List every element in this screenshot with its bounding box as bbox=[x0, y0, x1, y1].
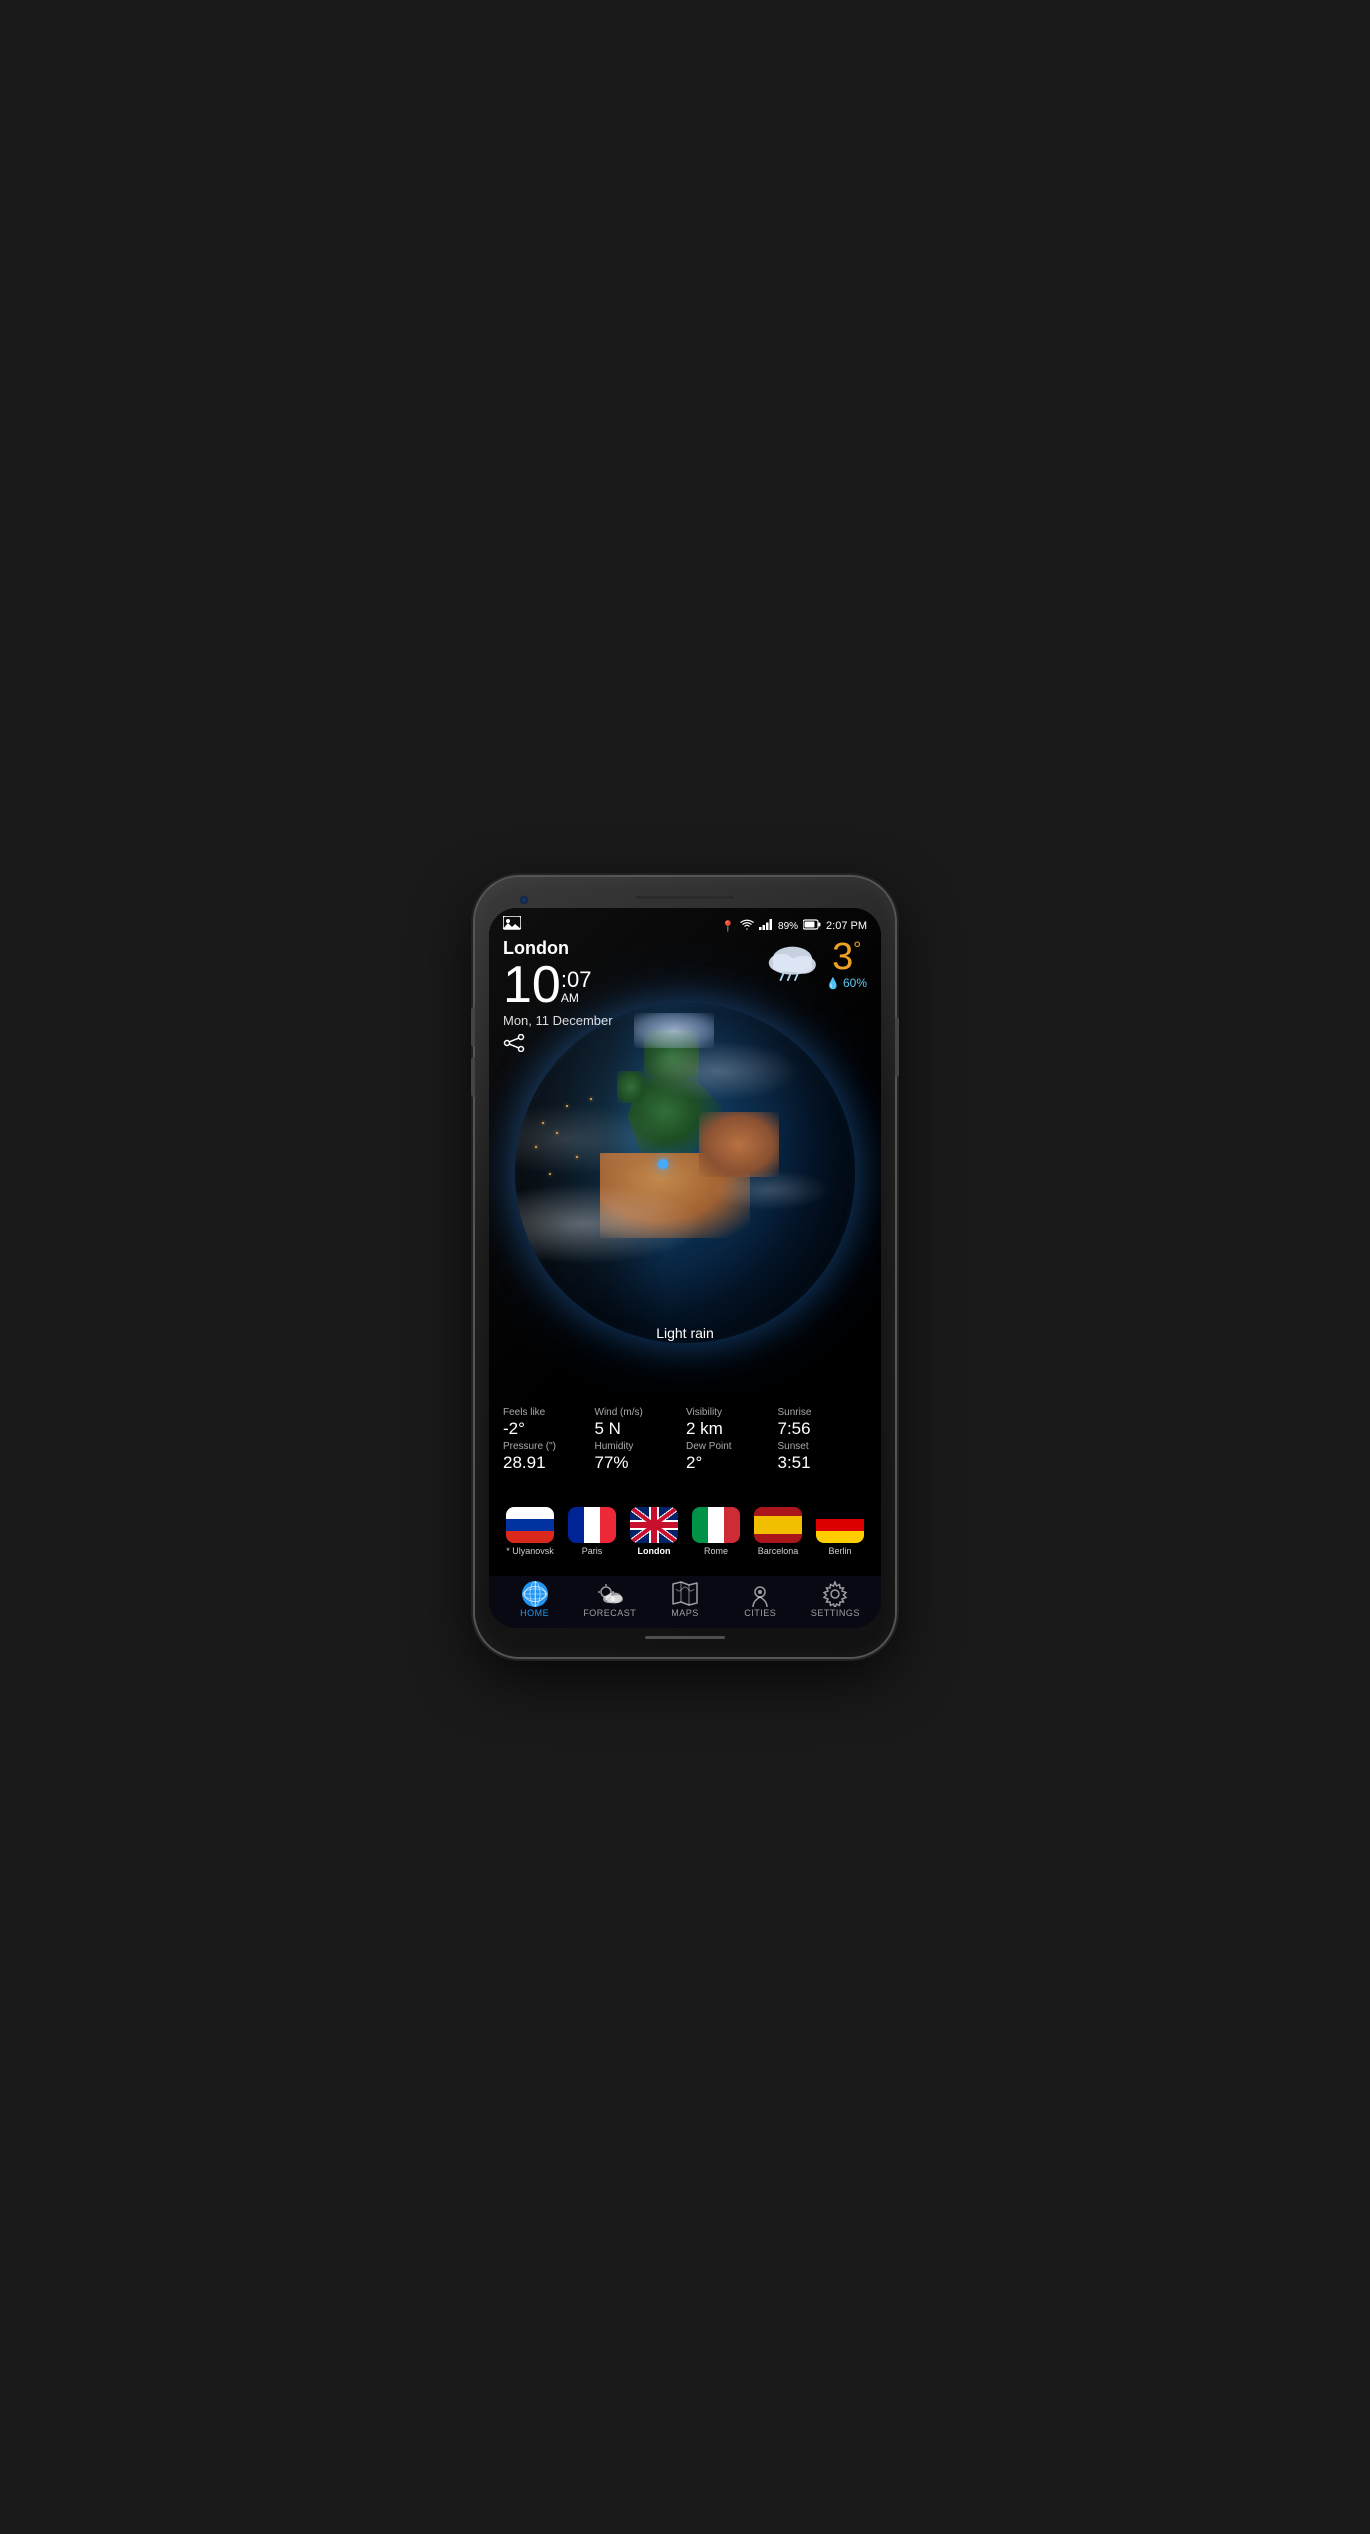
dew-point-value: 2° bbox=[686, 1453, 776, 1473]
humidity-value: 77% bbox=[595, 1453, 685, 1473]
cities-nav-label: CITIES bbox=[744, 1608, 776, 1618]
city-item-paris[interactable]: Paris bbox=[564, 1507, 620, 1556]
nav-maps[interactable]: MAPS bbox=[647, 1582, 722, 1618]
settings-nav-label: SETTINGS bbox=[811, 1608, 860, 1618]
visibility-label: Visibility bbox=[686, 1407, 776, 1418]
sunrise-value: 7:56 bbox=[778, 1419, 868, 1439]
power-button[interactable] bbox=[895, 1017, 899, 1077]
city-item-rome[interactable]: Rome bbox=[688, 1507, 744, 1556]
home-icon bbox=[521, 1582, 549, 1606]
feels-like-stat: Feels like -2° bbox=[503, 1407, 593, 1439]
droplet-icon: 💧 bbox=[826, 977, 840, 990]
weather-condition-text: Light rain bbox=[656, 1325, 714, 1341]
app-content: 📍 bbox=[489, 908, 881, 1628]
date-display: Mon, 11 December bbox=[503, 1013, 867, 1028]
clock-time: 2:07 PM bbox=[826, 920, 867, 932]
gallery-icon[interactable] bbox=[503, 916, 521, 936]
volume-up-button[interactable] bbox=[471, 1007, 475, 1047]
phone-screen: 📍 bbox=[489, 908, 881, 1628]
time-ampm: AM bbox=[561, 991, 592, 1005]
battery-icon bbox=[803, 919, 821, 933]
precipitation-value: 60% bbox=[843, 976, 867, 990]
maps-icon bbox=[671, 1582, 699, 1606]
humidity-stat: Humidity 77% bbox=[595, 1441, 685, 1473]
flag-russia bbox=[506, 1507, 554, 1543]
pressure-label: Pressure (") bbox=[503, 1441, 593, 1452]
sunset-value: 3:51 bbox=[778, 1453, 868, 1473]
sunset-stat: Sunset 3:51 bbox=[778, 1441, 868, 1473]
nav-home[interactable]: HOME bbox=[497, 1582, 572, 1618]
time-hour: 10 bbox=[503, 959, 561, 1011]
time-minutes: :07 bbox=[561, 969, 592, 991]
city-label-ulyanovsk: * Ulyanovsk bbox=[506, 1546, 554, 1556]
wind-stat: Wind (m/s) 5 N bbox=[595, 1407, 685, 1439]
city-label-berlin: Berlin bbox=[828, 1546, 851, 1556]
city-label-paris: Paris bbox=[582, 1546, 603, 1556]
flag-spain bbox=[754, 1507, 802, 1543]
sunrise-label: Sunrise bbox=[778, 1407, 868, 1418]
home-indicator bbox=[645, 1636, 725, 1639]
sunrise-stat: Sunrise 7:56 bbox=[778, 1407, 868, 1439]
bottom-navigation: HOME bbox=[489, 1576, 881, 1628]
precipitation-row: 💧 60% bbox=[826, 976, 867, 990]
phone-frame: 📍 bbox=[475, 877, 895, 1657]
speaker-grille bbox=[635, 895, 735, 900]
status-row: 📍 bbox=[503, 916, 867, 936]
nav-forecast[interactable]: FORECAST bbox=[572, 1582, 647, 1618]
humidity-label: Humidity bbox=[595, 1441, 685, 1452]
wind-value: 5 N bbox=[595, 1419, 685, 1439]
city-item-london[interactable]: London bbox=[626, 1507, 682, 1556]
city-item-barcelona[interactable]: Barcelona bbox=[750, 1507, 806, 1556]
sunset-label: Sunset bbox=[778, 1441, 868, 1452]
battery-percent: 89% bbox=[778, 921, 798, 932]
status-icons: 📍 bbox=[721, 919, 867, 933]
weather-icon bbox=[763, 943, 818, 986]
flag-france bbox=[568, 1507, 616, 1543]
flag-italy bbox=[692, 1507, 740, 1543]
dew-point-stat: Dew Point 2° bbox=[686, 1441, 776, 1473]
maps-nav-label: MAPS bbox=[671, 1608, 699, 1618]
forecast-icon bbox=[596, 1582, 624, 1606]
location-icon: 📍 bbox=[721, 920, 735, 933]
wind-label: Wind (m/s) bbox=[595, 1407, 685, 1418]
city-item-berlin[interactable]: Berlin bbox=[812, 1507, 868, 1556]
weather-stats: Feels like -2° Wind (m/s) 5 N Visibility… bbox=[489, 1397, 881, 1483]
city-label-london: London bbox=[638, 1546, 671, 1556]
feels-like-value: -2° bbox=[503, 1419, 593, 1439]
home-globe-icon bbox=[522, 1581, 548, 1607]
city-label-barcelona: Barcelona bbox=[758, 1546, 799, 1556]
forecast-nav-label: FORECAST bbox=[583, 1608, 636, 1618]
wifi-icon bbox=[740, 919, 754, 933]
settings-icon bbox=[821, 1582, 849, 1606]
dew-point-label: Dew Point bbox=[686, 1441, 776, 1452]
cities-row: * Ulyanovsk Paris London bbox=[489, 1503, 881, 1560]
visibility-value: 2 km bbox=[686, 1419, 776, 1439]
cities-icon bbox=[746, 1582, 774, 1606]
nav-settings[interactable]: SETTINGS bbox=[798, 1582, 873, 1618]
city-item-ulyanovsk[interactable]: * Ulyanovsk bbox=[502, 1507, 558, 1556]
weather-widget: 3° 💧 60% bbox=[763, 938, 867, 990]
volume-down-button[interactable] bbox=[471, 1057, 475, 1097]
camera-icon bbox=[519, 895, 529, 905]
time-detail: :07 AM bbox=[561, 959, 592, 1005]
signal-icon bbox=[759, 919, 773, 933]
temperature-value: 3° bbox=[826, 938, 867, 976]
feels-like-label: Feels like bbox=[503, 1407, 593, 1418]
city-label-rome: Rome bbox=[704, 1546, 728, 1556]
flag-uk bbox=[630, 1507, 678, 1543]
nav-cities[interactable]: CITIES bbox=[723, 1582, 798, 1618]
home-nav-label: HOME bbox=[520, 1608, 549, 1618]
phone-top-bar bbox=[489, 895, 881, 900]
pressure-stat: Pressure (") 28.91 bbox=[503, 1441, 593, 1473]
visibility-stat: Visibility 2 km bbox=[686, 1407, 776, 1439]
pressure-value: 28.91 bbox=[503, 1453, 593, 1473]
share-button[interactable] bbox=[503, 1034, 867, 1057]
flag-germany bbox=[816, 1507, 864, 1543]
temperature-display: 3° 💧 60% bbox=[826, 938, 867, 990]
